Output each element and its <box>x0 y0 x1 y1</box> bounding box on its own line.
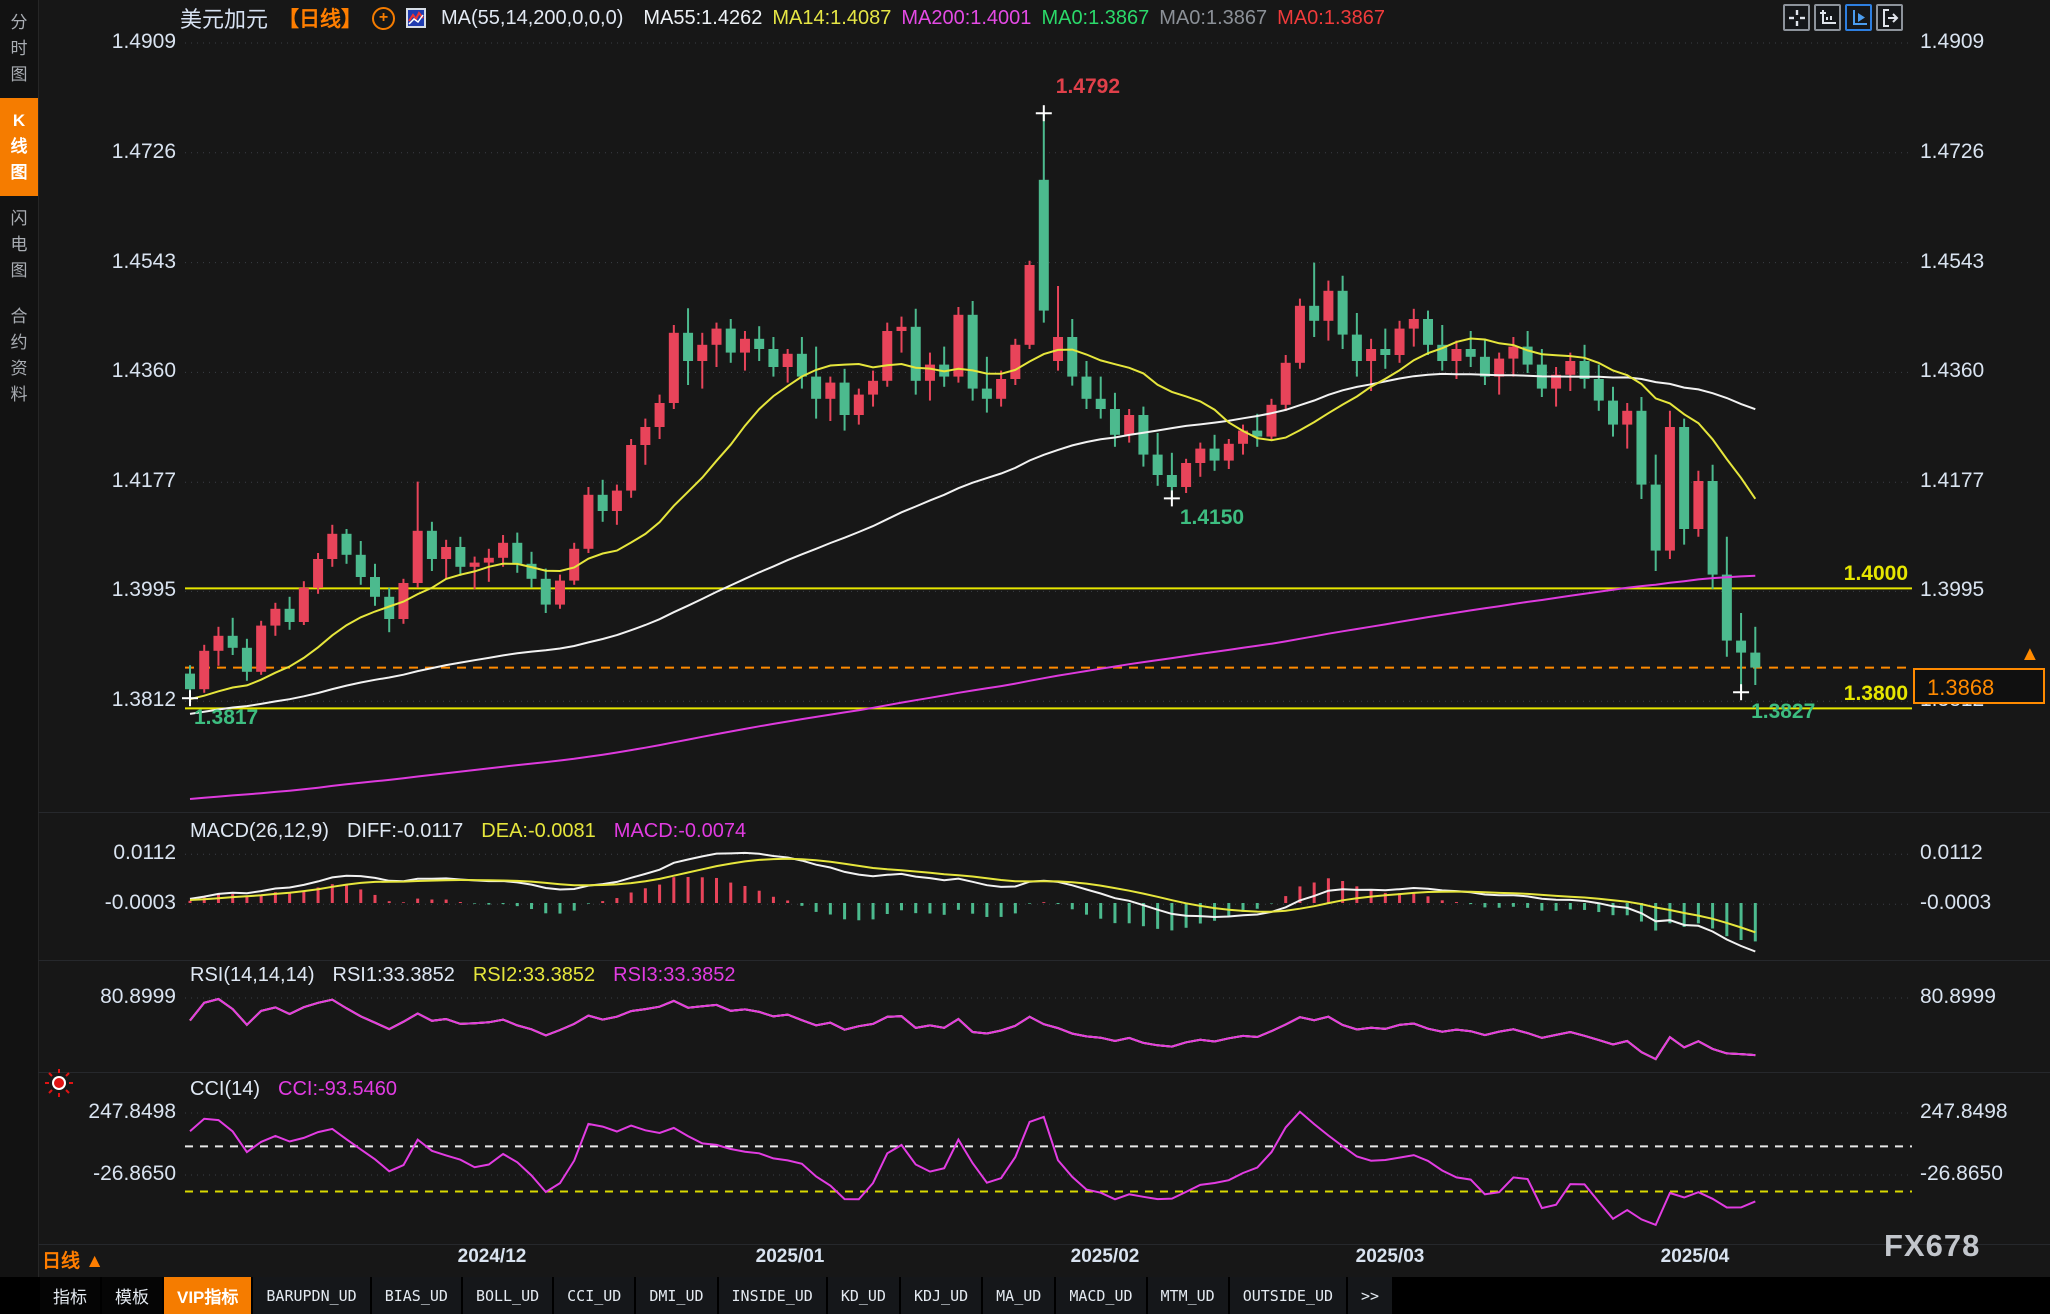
rsi-header: RSI(14,14,14) RSI1:33.3852 RSI2:33.3852 RSI… <box>190 964 754 987</box>
axis-scale-icon[interactable] <box>1814 4 1841 31</box>
price-axis-label: 1.4726 <box>1920 140 1984 164</box>
price-up-arrow-icon: ▲ <box>2020 644 2040 664</box>
tab-kdj_ud[interactable]: KDJ_UD <box>901 1277 981 1314</box>
indicator-value: DEA:-0.0081 <box>481 820 596 842</box>
tab-barupdn_ud[interactable]: BARUPDN_UD <box>253 1277 369 1314</box>
indicator-value: RSI1:33.3852 <box>333 964 455 986</box>
cci-axis-label: 247.8498 <box>1920 1100 2008 1124</box>
price-axis-label: 1.4909 <box>1920 30 1984 54</box>
time-axis-label: 2025/04 <box>1661 1246 1730 1268</box>
tab->>[interactable]: >> <box>1348 1277 1392 1314</box>
macd-header: MACD(26,12,9) DIFF:-0.0117 DEA:-0.0081 MACD… <box>190 820 764 843</box>
period-tag: 【日线】 <box>278 3 362 33</box>
cci-header: CCI(14) CCI:-93.5460 <box>190 1078 415 1101</box>
price-axis-label: 1.4543 <box>1920 250 1984 274</box>
price-axis-label: 1.4360 <box>40 359 176 383</box>
tab-bias_ud[interactable]: BIAS_UD <box>372 1277 461 1314</box>
macd-axis-label: 0.0112 <box>1920 841 1983 865</box>
sidebar-item-2[interactable]: K线图 <box>0 98 38 196</box>
price-annotation: 1.4792 <box>1056 75 1120 99</box>
price-axis-label: 1.4177 <box>40 469 176 493</box>
tab-kd_ud[interactable]: KD_UD <box>828 1277 899 1314</box>
indicator-tabbar: 指标模板VIP指标BARUPDN_UDBIAS_UDBOLL_UDCCI_UDD… <box>0 1277 2050 1314</box>
macd-axis-label: -0.0003 <box>1920 891 1991 915</box>
ma-value: MA14:1.4087 <box>772 7 891 29</box>
last-price-box: 1.3868 <box>1913 668 2045 704</box>
price-annotation: 1.4150 <box>1180 506 1244 530</box>
indicator-value: RSI(14,14,14) <box>190 964 315 986</box>
indicator-value: RSI2:33.3852 <box>473 964 595 986</box>
price-annotation: 1.3817 <box>194 706 258 730</box>
panel-separator <box>38 812 2050 813</box>
crosshair-icon[interactable] <box>1783 4 1810 31</box>
indicator-value: CCI:-93.5460 <box>278 1078 397 1100</box>
ma-settings: MA(55,14,200,0,0,0) <box>441 7 623 30</box>
tab-指标[interactable]: 指标 <box>40 1277 100 1314</box>
tab-dmi_ud[interactable]: DMI_UD <box>636 1277 716 1314</box>
rsi-axis-label: 80.8999 <box>1920 985 1996 1009</box>
symbol-title: 美元加元 <box>180 2 268 34</box>
sidebar: 分时图K线图闪电图合约资料 <box>0 0 39 1314</box>
ma-legend: MA55:1.4262 MA14:1.4087 MA200:1.4001 MA0:1.… <box>633 7 1385 30</box>
axis-play-icon[interactable] <box>1845 4 1872 31</box>
price-axis-label: 1.4909 <box>40 30 176 54</box>
time-axis-label: 2025/03 <box>1356 1246 1425 1268</box>
price-axis-label: 1.4360 <box>1920 359 1984 383</box>
cci-axis-label: 247.8498 <box>40 1100 176 1124</box>
timeframe-selector[interactable]: 日线 ▲ <box>42 1246 104 1273</box>
sidebar-item-3[interactable]: 闪电图 <box>0 196 38 294</box>
cci-axis-label: -26.8650 <box>1920 1162 2003 1186</box>
exit-chart-icon[interactable] <box>1876 4 1903 31</box>
price-axis-label: 1.3995 <box>40 578 176 602</box>
macd-axis-label: 0.0112 <box>40 841 176 865</box>
add-indicator-icon[interactable]: + <box>372 7 395 30</box>
ma-value: MA0:1.3867 <box>1041 7 1149 29</box>
time-axis-label: 2024/12 <box>458 1246 527 1268</box>
watermark: FX678 <box>1884 1228 1980 1264</box>
tab-模板[interactable]: 模板 <box>102 1277 162 1314</box>
alert-line-label: 1.4000 <box>1796 562 1908 586</box>
time-axis-label: 2025/01 <box>756 1246 825 1268</box>
rsi-axis-label: 80.8999 <box>40 985 176 1009</box>
trading-app: { "sidebar": { "items": [ {"label": "分时图… <box>0 0 2050 1314</box>
ma-value: MA0:1.3867 <box>1159 7 1267 29</box>
chart-canvas[interactable] <box>0 0 2050 1314</box>
ma-value: MA0:1.3867 <box>1277 7 1385 29</box>
tab-macd_ud[interactable]: MACD_UD <box>1056 1277 1145 1314</box>
price-axis-label: 1.3812 <box>40 688 176 712</box>
tab-inside_ud[interactable]: INSIDE_UD <box>719 1277 826 1314</box>
price-axis-label: 1.3995 <box>1920 578 1984 602</box>
alert-blinker-icon[interactable] <box>44 1068 74 1098</box>
cci-axis-label: -26.8650 <box>40 1162 176 1186</box>
chart-style-icon[interactable] <box>405 7 427 29</box>
indicator-value: DIFF:-0.0117 <box>347 820 463 842</box>
time-axis-label: 2025/02 <box>1071 1246 1140 1268</box>
price-axis-label: 1.4177 <box>1920 469 1984 493</box>
tab-mtm_ud[interactable]: MTM_UD <box>1148 1277 1228 1314</box>
sidebar-item-1[interactable]: 分时图 <box>0 0 38 98</box>
tab-boll_ud[interactable]: BOLL_UD <box>463 1277 552 1314</box>
indicator-value: RSI3:33.3852 <box>613 964 735 986</box>
indicator-value: MACD:-0.0074 <box>614 820 746 842</box>
ma-value: MA200:1.4001 <box>901 7 1031 29</box>
price-axis-label: 1.4726 <box>40 140 176 164</box>
tab-cci_ud[interactable]: CCI_UD <box>554 1277 634 1314</box>
tab-outside_ud[interactable]: OUTSIDE_UD <box>1230 1277 1346 1314</box>
chart-header: 美元加元 【日线】 + MA(55,14,200,0,0,0) MA55:1.4… <box>180 4 1385 32</box>
ma-value: MA55:1.4262 <box>643 7 762 29</box>
tab-vip指标[interactable]: VIP指标 <box>164 1277 251 1314</box>
indicator-value: MACD(26,12,9) <box>190 820 329 842</box>
price-annotation: 1.3827 <box>1751 700 1815 724</box>
price-axis-label: 1.4543 <box>40 250 176 274</box>
panel-separator <box>38 1244 2050 1245</box>
tab-ma_ud[interactable]: MA_UD <box>983 1277 1054 1314</box>
macd-axis-label: -0.0003 <box>40 891 176 915</box>
panel-separator <box>38 1072 2050 1073</box>
sidebar-item-4[interactable]: 合约资料 <box>0 294 38 418</box>
chart-toolbar <box>1783 4 1903 31</box>
indicator-value: CCI(14) <box>190 1078 260 1100</box>
panel-separator <box>38 960 2050 961</box>
